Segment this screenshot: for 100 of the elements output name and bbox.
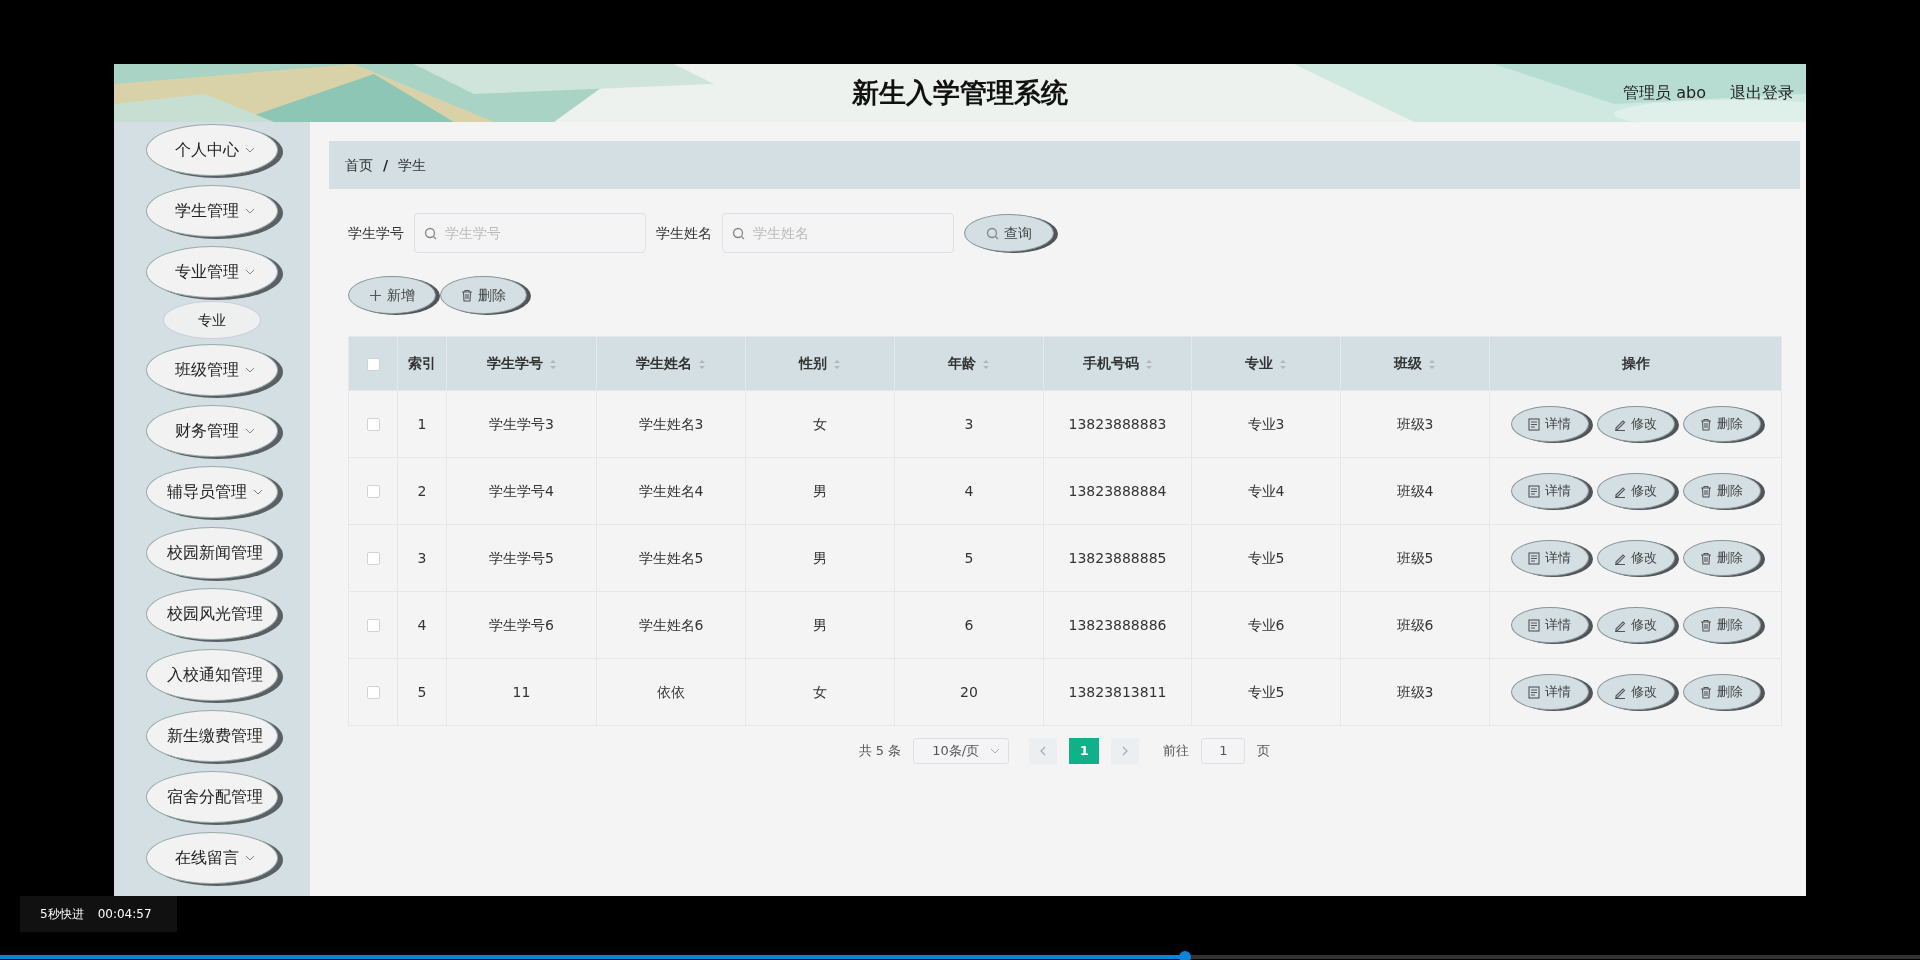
table-cell: 班级3: [1396, 683, 1434, 700]
table-cell: 3: [964, 415, 974, 432]
app-title: 新生入学管理系统: [852, 75, 1068, 110]
edit-button[interactable]: 修改: [1596, 473, 1675, 509]
table-cell: 20: [960, 683, 978, 700]
previous-page-button[interactable]: [1029, 738, 1058, 764]
trash-icon: [1700, 417, 1712, 431]
table-cell: 专业5: [1247, 549, 1285, 566]
detail-button[interactable]: 详情: [1510, 406, 1589, 442]
table-cell: 13823888883: [1068, 415, 1167, 432]
row-checkbox[interactable]: [366, 619, 380, 632]
search-field[interactable]: 学生姓名: [722, 213, 954, 253]
table-cell: 女: [813, 415, 827, 432]
table-cell: 专业6: [1247, 616, 1285, 633]
row-checkbox[interactable]: [366, 418, 380, 431]
caret-icon: [245, 855, 255, 861]
trash-icon: [1700, 551, 1712, 565]
table-cell: 学生姓名5: [638, 549, 704, 566]
table-cell: 男: [813, 616, 827, 633]
caret-icon: [245, 428, 255, 434]
table-cell: 女: [813, 683, 827, 700]
trash-icon: [1700, 618, 1712, 632]
breadcrumb-item[interactable]: 首页: [345, 154, 373, 176]
sort-icon: [1144, 358, 1153, 370]
column-header: 索引: [408, 355, 436, 371]
table-cell: 2: [417, 482, 427, 499]
column-header[interactable]: 年龄: [948, 355, 976, 371]
column-header[interactable]: 专业: [1245, 355, 1273, 371]
edit-button[interactable]: 修改: [1596, 607, 1675, 643]
column-header: 操作: [1621, 355, 1650, 371]
delete-button[interactable]: 删除: [1682, 406, 1761, 442]
table-cell: 4: [417, 616, 427, 633]
table-cell: 学生学号5: [489, 549, 554, 566]
page-size-select[interactable]: 10条/页: [913, 738, 1010, 764]
table-cell: 5: [964, 549, 974, 566]
column-header[interactable]: 性别: [799, 355, 827, 371]
table-cell: 6: [964, 616, 974, 633]
table-cell: 男: [813, 549, 827, 566]
table-cell: 1: [417, 415, 427, 432]
goto-label: 前往: [1163, 742, 1190, 761]
edit-button[interactable]: 修改: [1596, 540, 1675, 576]
trash-icon: [1700, 484, 1712, 498]
row-checkbox[interactable]: [366, 485, 380, 498]
add-button[interactable]: 新增: [348, 276, 436, 314]
edit-button[interactable]: 修改: [1596, 674, 1675, 710]
delete-button[interactable]: 删除: [1682, 674, 1761, 710]
table-cell: 专业5: [1247, 683, 1285, 700]
table-cell: 13823813811: [1068, 683, 1167, 700]
table-cell: 11: [512, 683, 531, 700]
detail-button[interactable]: 详情: [1510, 540, 1589, 576]
sidebar-subitem[interactable]: 专业: [163, 301, 261, 339]
document-icon: [1528, 685, 1540, 699]
caret-icon: [245, 269, 255, 275]
sort-icon: [982, 358, 990, 370]
caret-icon: [990, 748, 1001, 754]
playback-time: 00:04:57: [97, 906, 152, 923]
search-icon: [986, 226, 999, 240]
edit-button[interactable]: 修改: [1596, 406, 1675, 442]
sort-icon: [833, 358, 841, 370]
table-cell: 学生姓名6: [638, 616, 704, 633]
next-page-button[interactable]: [1111, 738, 1140, 764]
sort-icon: [698, 358, 706, 370]
table-cell: 学生学号4: [489, 482, 554, 499]
detail-button[interactable]: 详情: [1510, 674, 1589, 710]
plus-icon: [369, 288, 382, 302]
logout-link[interactable]: 退出登录: [1730, 81, 1794, 105]
search-button[interactable]: 查询: [964, 214, 1054, 252]
page-suffix: 页: [1257, 742, 1271, 761]
column-header[interactable]: 班级: [1394, 355, 1422, 371]
delete-button[interactable]: 删除: [1682, 473, 1761, 509]
row-checkbox[interactable]: [366, 686, 380, 699]
column-header[interactable]: 手机号码: [1082, 355, 1139, 371]
table-cell: 班级5: [1396, 549, 1434, 566]
select-all-checkbox[interactable]: [366, 357, 380, 371]
progress-handle[interactable]: [1178, 951, 1191, 960]
document-icon: [1528, 618, 1540, 632]
search-field[interactable]: 学生学号: [414, 213, 646, 253]
delete-button[interactable]: 删除: [440, 276, 527, 314]
caret-icon: [245, 147, 255, 153]
row-checkbox[interactable]: [366, 552, 380, 565]
column-header[interactable]: 学生学号: [486, 355, 543, 371]
user-label: 管理员 abo: [1623, 82, 1706, 104]
search-icon: [732, 227, 745, 240]
delete-button[interactable]: 删除: [1682, 607, 1761, 643]
search-icon: [424, 227, 437, 240]
delete-button[interactable]: 删除: [1682, 540, 1761, 576]
document-icon: [1528, 417, 1540, 431]
detail-button[interactable]: 详情: [1510, 607, 1589, 643]
field-label: 学生学号: [348, 223, 404, 243]
column-header[interactable]: 学生姓名: [636, 355, 692, 371]
trash-icon: [461, 288, 473, 302]
detail-button[interactable]: 详情: [1510, 473, 1589, 509]
chevron-right-icon: [1122, 746, 1129, 756]
document-icon: [1528, 551, 1540, 565]
table-cell: 13823888885: [1068, 549, 1167, 566]
table-cell: 依依: [657, 683, 685, 700]
total-count: 共 5 条: [858, 742, 902, 761]
table-cell: 5: [417, 683, 427, 700]
page-jump-field[interactable]: 1: [1201, 738, 1246, 764]
table-cell: 班级3: [1396, 415, 1434, 432]
